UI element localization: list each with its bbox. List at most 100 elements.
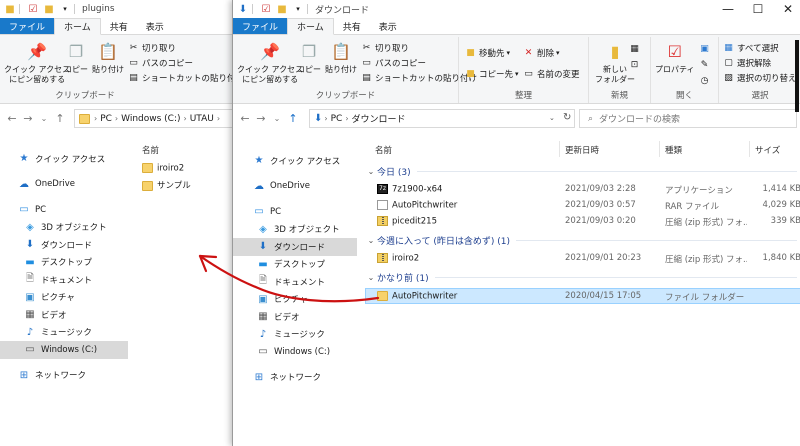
folder-icon[interactable]: ■ [43,3,55,15]
nav-pictures[interactable]: ▣ ピクチャ [0,289,128,307]
search-input[interactable]: ⌕ ダウンロードの検索 [579,109,797,128]
up-icon[interactable]: ↑ [52,112,68,125]
group-header[interactable]: ⌄ かなり前 (1) [365,270,800,284]
nav-documents[interactable]: 🗎 ドキュメント [233,273,357,291]
easy-access-button[interactable]: ⊡ [629,59,643,71]
breadcrumb[interactable]: Windows (C:) [121,114,180,124]
check-icon[interactable]: ☑ [27,3,39,15]
address-bar[interactable]: › PC › Windows (C:) › UTAU › [74,109,236,128]
nav-onedrive[interactable]: ☁ OneDrive [233,178,357,196]
column-header-size[interactable]: サイズ [755,144,780,156]
tab-share[interactable]: 共有 [334,18,370,34]
table-row[interactable]: iroiro2 2021/09/01 20:23 圧縮 (zip 形式) フォ.… [365,250,800,266]
history-button[interactable]: ◷ [699,75,713,87]
copy-button[interactable]: ❐ コピー [64,41,88,75]
copy-button[interactable]: ❐ コピー [297,41,321,75]
table-row[interactable]: AutoPitchwriter 2020/04/15 17:05 ファイル フォ… [365,288,800,304]
forward-icon[interactable]: → [20,112,36,125]
select-none-button[interactable]: ▢ 選択解除 [723,57,771,69]
column-header-name[interactable]: 名前 [142,144,159,156]
recent-dropdown-icon[interactable]: ⌄ [269,114,285,123]
nav-music[interactable]: ♪ ミュージック [233,326,357,344]
tab-view[interactable]: 表示 [370,18,406,34]
back-icon[interactable]: ← [237,112,253,125]
copy-to-button[interactable]: ■ コピー先 ▾ [465,68,518,80]
copy-path-button[interactable]: ▭ パスのコピー [361,57,426,69]
nav-network[interactable]: ⊞ ネットワーク [0,367,128,385]
delete-button[interactable]: ✕ 削除 ▾ [523,47,560,59]
copy-path-button[interactable]: ▭ パスのコピー [128,57,193,69]
folder-icon[interactable]: ■ [276,3,288,15]
cut-button[interactable]: ✂ 切り取り [361,42,409,54]
move-to-button[interactable]: ■ 移動先 ▾ [465,47,510,59]
tab-file[interactable]: ファイル [0,18,55,34]
nav-videos[interactable]: ▦ ビデオ [0,306,128,324]
breadcrumb[interactable]: PC [331,114,343,124]
pin-quick-access-button[interactable]: 📌 クイック アクセス にピン留めする [237,41,303,85]
table-row[interactable]: picedit215 2021/09/03 0:20 圧縮 (zip 形式) フ… [365,213,800,229]
nav-downloads[interactable]: ⬇ ダウンロード [0,236,128,254]
table-row[interactable]: AutoPitchwriter 2021/09/03 0:57 RAR ファイル… [365,197,800,213]
edit-button[interactable]: ✎ [699,59,713,71]
tab-home[interactable]: ホーム [54,18,101,35]
nav-onedrive[interactable]: ☁ OneDrive [0,176,128,194]
properties-button[interactable]: ☑ プロパティ [655,41,695,75]
new-item-button[interactable]: ▦ [629,43,643,55]
column-separator[interactable] [559,141,560,157]
dropdown-icon[interactable]: ▾ [292,3,304,15]
paste-button[interactable]: 📋 貼り付け [325,41,357,75]
paste-shortcut-button[interactable]: ▤ ショートカットの貼り付け [128,72,236,84]
open-button[interactable]: ▣ [699,43,713,55]
tab-home[interactable]: ホーム [287,18,334,35]
nav-desktop[interactable]: ▬ デスクトップ [233,256,357,274]
refresh-icon[interactable]: ↻ [563,112,571,123]
nav-3d-objects[interactable]: ◈ 3D オブジェクト [233,221,357,239]
nav-3d-objects[interactable]: ◈ 3D オブジェクト [0,219,128,237]
breadcrumb[interactable]: UTAU [190,114,214,124]
maximize-icon[interactable]: ☐ [743,0,773,18]
pin-quick-access-button[interactable]: 📌 クイック アクセス にピン留めする [4,41,70,85]
tab-file[interactable]: ファイル [233,18,288,34]
column-separator[interactable] [749,141,750,157]
dropdown-icon[interactable]: ▾ [59,3,71,15]
back-icon[interactable]: ← [4,112,20,125]
select-all-button[interactable]: ▦ すべて選択 [723,42,778,54]
column-separator[interactable] [659,141,660,157]
nav-pictures[interactable]: ▣ ピクチャ [233,291,357,309]
nav-pc[interactable]: ▭ PC [0,201,128,219]
up-icon[interactable]: ↑ [285,112,301,125]
tab-view[interactable]: 表示 [137,18,173,34]
cut-button[interactable]: ✂ 切り取り [128,42,176,54]
nav-quick-access[interactable]: ★ クイック アクセス [0,150,128,168]
list-item[interactable]: サンプル [136,177,236,191]
nav-documents[interactable]: 🗎 ドキュメント [0,271,128,289]
nav-windows-c[interactable]: ▭ Windows (C:) [233,343,357,361]
tab-share[interactable]: 共有 [101,18,137,34]
nav-desktop[interactable]: ▬ デスクトップ [0,254,128,272]
nav-downloads[interactable]: ⬇ ダウンロード [233,238,357,256]
nav-windows-c[interactable]: ▭ Windows (C:) [0,341,128,359]
group-header[interactable]: ⌄ 今日 (3) [365,164,800,178]
address-dropdown-icon[interactable]: ⌄ [549,114,555,122]
column-header-date[interactable]: 更新日時 [565,144,599,156]
recent-dropdown-icon[interactable]: ⌄ [36,114,52,123]
rename-button[interactable]: ▭ 名前の変更 [523,68,579,80]
nav-network[interactable]: ⊞ ネットワーク [233,369,357,387]
address-bar[interactable]: ⬇ › PC › ダウンロード [309,109,575,128]
forward-icon[interactable]: → [253,112,269,125]
breadcrumb[interactable]: PC [100,114,112,124]
nav-pc[interactable]: ▭ PC [233,203,357,221]
column-header-type[interactable]: 種類 [665,144,682,156]
list-item[interactable]: iroiro2 [136,161,236,175]
nav-quick-access[interactable]: ★ クイック アクセス [233,152,357,170]
table-row[interactable]: 7z 7z1900-x64 2021/09/03 2:28 アプリケーション 1,… [365,181,800,197]
invert-selection-button[interactable]: ▨ 選択の切り替え [723,72,796,84]
close-icon[interactable]: ✕ [773,0,800,18]
group-header[interactable]: ⌄ 今週に入って (昨日は含めず) (1) [365,233,800,247]
breadcrumb[interactable]: ダウンロード [352,112,406,125]
minimize-icon[interactable]: — [713,0,743,18]
column-header-name[interactable]: 名前 [375,144,392,156]
nav-music[interactable]: ♪ ミュージック [0,324,128,342]
nav-videos[interactable]: ▦ ビデオ [233,308,357,326]
paste-button[interactable]: 📋 貼り付け [92,41,124,75]
